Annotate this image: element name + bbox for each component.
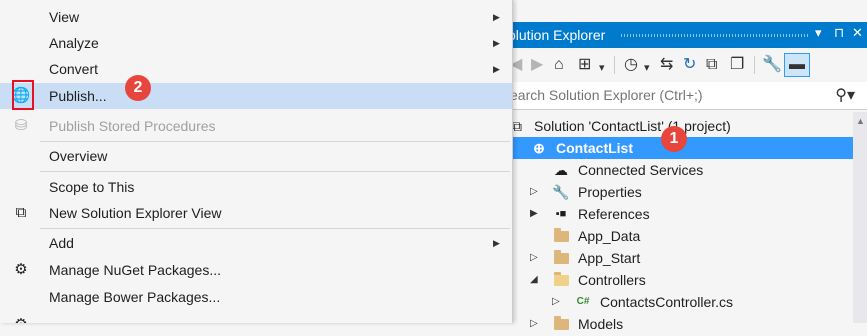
expand-arrow-icon[interactable]: ▷: [530, 313, 538, 335]
properties-wrench-icon[interactable]: 🔧: [762, 56, 782, 74]
close-icon[interactable]: ✕: [852, 25, 863, 41]
tree-item-label: App_Start: [578, 250, 641, 266]
expand-arrow-icon[interactable]: ▷: [552, 291, 560, 313]
preview-selected-items-icon[interactable]: ▬: [784, 53, 810, 77]
partially-hidden-icon: ⚙: [10, 312, 32, 323]
menu-item-label: New Solution Explorer View: [49, 205, 222, 221]
filter-dropdown-icon[interactable]: ▾: [644, 59, 650, 77]
new-window-icon: ⧉: [15, 204, 27, 221]
refresh-icon[interactable]: ↻: [683, 56, 696, 74]
tree-item-label: Models: [578, 316, 624, 332]
context-menu: View ▶ Analyze ▶ Convert ▶ 🌐 Publish... …: [0, 0, 513, 323]
tree-item-label: References: [578, 206, 650, 222]
solution-explorer-panel: olution Explorer ▾ ⊓ ✕ ◀ ▶ ⌂ ⊞ ▾ ◷ ▾ ⇆ ↻…: [498, 0, 867, 332]
publish-highlight-box: [12, 80, 34, 110]
forward-icon[interactable]: ▶: [531, 56, 543, 74]
menu-item-label: View: [49, 9, 80, 25]
database-icon: ⛁: [14, 117, 28, 134]
folder-icon: [552, 247, 570, 270]
menu-item-label: Convert: [49, 61, 99, 77]
tree-item-references[interactable]: ▶ ▪■ References: [498, 203, 853, 225]
menu-item-label: Manage NuGet Packages...: [49, 262, 221, 278]
submenu-arrow-icon: ▶: [493, 38, 500, 48]
collapse-all-icon[interactable]: ⧉: [706, 56, 717, 74]
search-input[interactable]: [498, 82, 840, 108]
references-icon: ▪■: [555, 208, 567, 220]
switch-views-dropdown-icon[interactable]: ▾: [599, 59, 605, 77]
menu-item-view[interactable]: View ▶: [0, 4, 512, 30]
pin-icon[interactable]: ⊓: [834, 25, 844, 41]
tree-item-app-start[interactable]: ▷ App_Start: [498, 247, 853, 269]
toolbar-separator: [614, 56, 615, 74]
submenu-arrow-icon: ▶: [493, 12, 500, 22]
search-icon[interactable]: ⚲▾: [835, 85, 855, 105]
folder-icon: [552, 225, 570, 248]
window-position-dropdown-icon[interactable]: ▾: [815, 25, 822, 41]
expand-arrow-icon[interactable]: ▷: [530, 181, 538, 203]
connected-services-icon: ☁: [554, 162, 568, 178]
pending-changes-filter-icon[interactable]: ◷: [624, 56, 638, 74]
tree-item-app-data[interactable]: App_Data: [498, 225, 853, 247]
folder-open-icon: [552, 269, 570, 292]
tree-item-contactscontroller[interactable]: ▷ C# ContactsController.cs: [498, 291, 853, 313]
submenu-arrow-icon: ▶: [493, 64, 500, 74]
menu-item-label: Scope to This: [49, 179, 135, 195]
menu-item-label: Add: [49, 235, 74, 251]
sync-with-active-document-icon[interactable]: ⇆: [660, 56, 673, 74]
web-project-icon: ⊕: [533, 140, 545, 156]
tree-item-label: Solution 'ContactList' (1 project): [534, 118, 731, 134]
switch-views-icon[interactable]: ⊞: [578, 56, 591, 74]
tree-item-label: Properties: [578, 184, 642, 200]
tree-item-label: App_Data: [578, 228, 641, 244]
menu-item-label: Overview: [49, 148, 108, 164]
scroll-up-icon[interactable]: ▲: [856, 116, 865, 126]
menu-item-label: Publish...: [49, 88, 107, 104]
csharp-file-icon: C#: [576, 296, 590, 307]
menu-item-publish-stored-procedures[interactable]: ⛁ Publish Stored Procedures: [0, 113, 512, 139]
tree-item-connected-services[interactable]: ☁ Connected Services: [498, 159, 853, 181]
expand-arrow-icon[interactable]: ▶: [530, 203, 538, 225]
toolbar-separator: [754, 56, 755, 74]
tree-item-label: ContactList: [556, 140, 633, 156]
expand-arrow-icon[interactable]: ▷: [530, 247, 538, 269]
menu-separator: [40, 228, 510, 229]
menu-item-new-solution-explorer-view[interactable]: ⧉ New Solution Explorer View: [0, 200, 512, 226]
collapse-arrow-icon[interactable]: ◢: [530, 269, 538, 291]
tree-item-label: ContactsController.cs: [600, 294, 734, 310]
menu-item-manage-bower[interactable]: Manage Bower Packages...: [0, 284, 512, 310]
home-icon[interactable]: ⌂: [554, 56, 564, 74]
menu-item-manage-nuget[interactable]: ⚙ Manage NuGet Packages...: [0, 257, 512, 283]
menu-item-convert[interactable]: Convert ▶: [0, 56, 512, 82]
callout-badge-publish: 2: [125, 75, 151, 101]
menu-separator: [40, 141, 510, 142]
show-all-files-icon[interactable]: ❐: [730, 56, 744, 74]
solution-explorer-title: olution Explorer: [508, 27, 606, 43]
titlebar-grip: [621, 34, 809, 37]
folder-icon: [552, 313, 570, 336]
tree-item-controllers[interactable]: ◢ Controllers: [498, 269, 853, 291]
nuget-icon: ⚙: [14, 261, 28, 278]
menu-item-publish[interactable]: 🌐 Publish...: [0, 83, 512, 109]
menu-item-add[interactable]: Add ▶: [0, 230, 512, 256]
submenu-arrow-icon: ▶: [493, 238, 500, 248]
solution-explorer-search: ⚲▾: [498, 82, 867, 110]
menu-item-label: Analyze: [49, 35, 99, 51]
menu-item-overview[interactable]: Overview: [0, 143, 512, 169]
menu-item-label: Manage Bower Packages...: [49, 289, 221, 305]
wrench-icon: 🔧: [552, 184, 570, 200]
tree-item-models[interactable]: ▷ Models: [498, 313, 853, 335]
menu-item-scope-to-this[interactable]: Scope to This: [0, 174, 512, 200]
menu-item-analyze[interactable]: Analyze ▶: [0, 30, 512, 56]
solution-explorer-titlebar: olution Explorer ▾ ⊓ ✕: [498, 22, 867, 48]
tree-item-label: Connected Services: [578, 162, 704, 178]
menu-item-partial[interactable]: ⚙: [0, 312, 512, 323]
tree-item-label: Controllers: [578, 272, 646, 288]
menu-separator: [40, 171, 510, 172]
menu-item-label: Publish Stored Procedures: [49, 118, 216, 134]
tree-scrollbar[interactable]: ▲: [853, 112, 867, 323]
callout-badge-project: 1: [661, 126, 687, 152]
tree-item-properties[interactable]: ▷ 🔧 Properties: [498, 181, 853, 203]
solution-explorer-toolbar: ◀ ▶ ⌂ ⊞ ▾ ◷ ▾ ⇆ ↻ ⧉ ❐ 🔧 ▬: [498, 49, 867, 81]
